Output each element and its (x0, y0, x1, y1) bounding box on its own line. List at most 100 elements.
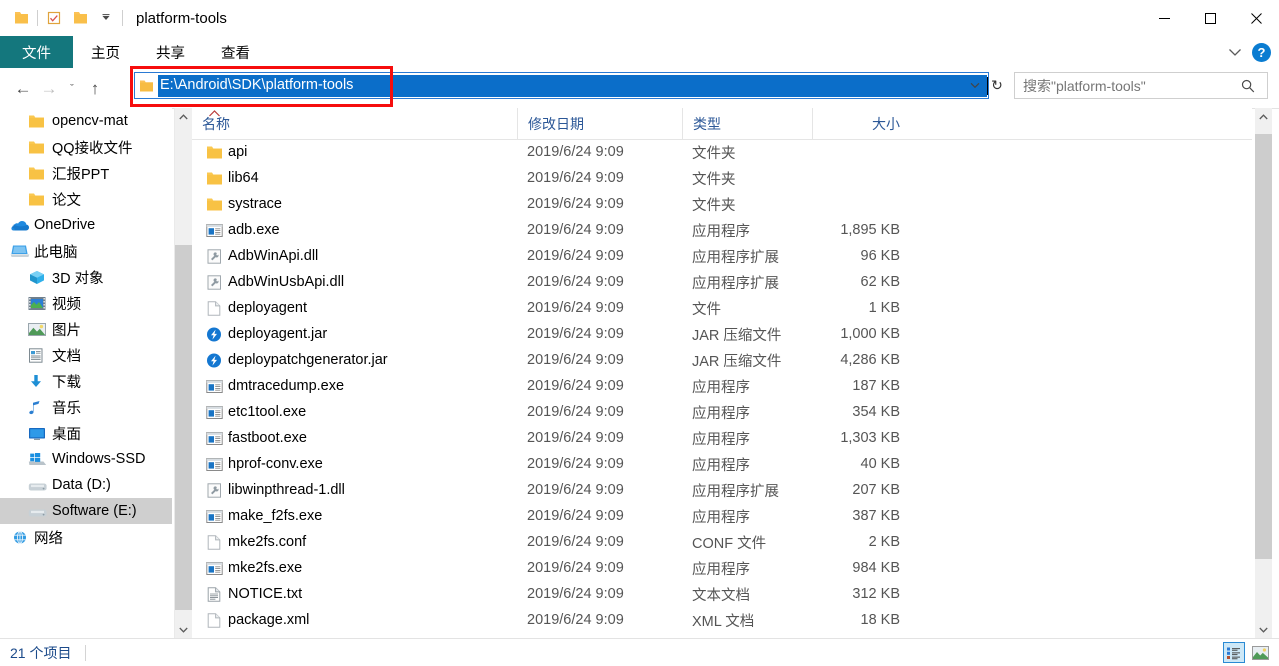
sidebar-item-3[interactable]: 论文 (0, 186, 172, 212)
folder-icon[interactable] (8, 5, 34, 31)
scrollbar-thumb[interactable] (1255, 134, 1272, 559)
file-list-scrollbar[interactable] (1255, 108, 1272, 638)
table-row[interactable]: deploypatchgenerator.jar 2019/6/24 9:09 JA… (192, 347, 1252, 373)
sidebar-item-6[interactable]: 3D 对象 (0, 264, 172, 290)
table-row[interactable]: systrace 2019/6/24 9:09 文件夹 (192, 191, 1252, 217)
table-row[interactable]: hprof-conv.exe 2019/6/24 9:09 应用程序 40 KB (192, 451, 1252, 477)
tab-home[interactable]: 主页 (73, 36, 138, 68)
cell-type: JAR 压缩文件 (692, 327, 782, 344)
cell-name: dmtracedump.exe (192, 378, 517, 394)
details-view-button[interactable] (1223, 642, 1245, 663)
cell-type: 应用程序 (692, 457, 750, 474)
properties-icon[interactable] (41, 5, 67, 31)
table-row[interactable]: AdbWinApi.dll 2019/6/24 9:09 应用程序扩展 96 KB (192, 243, 1252, 269)
cell-date: 2019/6/24 9:09 (527, 274, 624, 290)
cell-size: 1,000 KB (840, 326, 900, 342)
help-button[interactable]: ? (1252, 43, 1271, 62)
close-button[interactable] (1233, 0, 1279, 36)
chevron-down-icon[interactable] (93, 5, 119, 31)
new-folder-icon[interactable] (67, 5, 93, 31)
file-rows: api 2019/6/24 9:09 文件夹 lib64 2019/6/24 9:09 文… (192, 139, 1252, 638)
cell-size: 187 KB (852, 378, 900, 394)
search-icon[interactable] (1241, 79, 1267, 93)
table-row[interactable]: fastboot.exe 2019/6/24 9:09 应用程序 1,303 KB (192, 425, 1252, 451)
table-row[interactable]: NOTICE.txt 2019/6/24 9:09 文本文档 312 KB (192, 581, 1252, 607)
large-icons-view-button[interactable] (1249, 642, 1271, 663)
scrollbar-thumb[interactable] (175, 245, 192, 610)
search-input[interactable]: 搜索"platform-tools" (1015, 76, 1241, 96)
tab-file[interactable]: 文件 (0, 36, 73, 68)
table-row[interactable]: dmtracedump.exe 2019/6/24 9:09 应用程序 187 KB (192, 373, 1252, 399)
file-name-label: libwinpthread-1.dll (228, 482, 345, 498)
address-bar[interactable]: E:\Android\SDK\platform-tools (134, 72, 989, 99)
tab-view[interactable]: 查看 (203, 36, 268, 68)
search-box[interactable]: 搜索"platform-tools" (1014, 72, 1268, 99)
navigation-pane-scrollbar[interactable] (174, 108, 192, 638)
sidebar-item-10[interactable]: 下载 (0, 368, 172, 394)
sidebar-item-label: 视频 (52, 296, 81, 313)
address-input[interactable]: E:\Android\SDK\platform-tools (158, 74, 987, 97)
folder-icon (202, 171, 226, 186)
divider (37, 10, 38, 26)
tab-share[interactable]: 共享 (138, 36, 203, 68)
file-list-pane: 名称 修改日期 类型 大小 api 2019/6/24 9:09 文件夹 lib64 2… (192, 108, 1252, 638)
column-header-name[interactable]: 名称 (192, 108, 517, 139)
table-row[interactable]: make_f2fs.exe 2019/6/24 9:09 应用程序 387 KB (192, 503, 1252, 529)
recent-locations-button[interactable]: ˇ (62, 76, 82, 102)
title-bar: platform-tools (0, 0, 1279, 36)
table-row[interactable]: mke2fs.exe 2019/6/24 9:09 应用程序 984 KB (192, 555, 1252, 581)
file-name-label: mke2fs.exe (228, 560, 303, 576)
windows-drive-icon (28, 452, 50, 467)
sidebar-item-11[interactable]: 音乐 (0, 394, 172, 420)
cell-size: 2 KB (868, 534, 900, 550)
cell-name: deploypatchgenerator.jar (192, 352, 517, 368)
scroll-down-icon[interactable] (1255, 621, 1272, 638)
file-name-label: etc1tool.exe (228, 404, 307, 420)
table-row[interactable]: adb.exe 2019/6/24 9:09 应用程序 1,895 KB (192, 217, 1252, 243)
address-dropdown-button[interactable] (962, 73, 988, 98)
folder-icon (28, 140, 50, 155)
chevron-down-icon[interactable] (1228, 48, 1242, 57)
scroll-up-icon[interactable] (175, 108, 192, 125)
cell-type: 应用程序扩展 (692, 483, 779, 500)
sidebar-item-16[interactable]: 网络 (0, 524, 172, 550)
sidebar-item-7[interactable]: 视频 (0, 290, 172, 316)
column-header-date[interactable]: 修改日期 (517, 108, 682, 139)
table-row[interactable]: AdbWinUsbApi.dll 2019/6/24 9:09 应用程序扩展 62 K… (192, 269, 1252, 295)
file-name-label: lib64 (228, 170, 259, 186)
cell-type: 应用程序 (692, 509, 750, 526)
table-row[interactable]: lib64 2019/6/24 9:09 文件夹 (192, 165, 1252, 191)
sidebar-item-9[interactable]: 文档 (0, 342, 172, 368)
sidebar-item-2[interactable]: 汇报PPT (0, 160, 172, 186)
table-row[interactable]: deployagent 2019/6/24 9:09 文件 1 KB (192, 295, 1252, 321)
table-row[interactable]: deployagent.jar 2019/6/24 9:09 JAR 压缩文件 1,0… (192, 321, 1252, 347)
up-button[interactable]: ↑ (82, 76, 108, 102)
sidebar-item-14[interactable]: Data (D:) (0, 472, 172, 498)
minimize-button[interactable] (1141, 0, 1187, 36)
sidebar-item-5[interactable]: 此电脑 (0, 238, 172, 264)
column-header-type[interactable]: 类型 (682, 108, 812, 139)
sidebar-item-13[interactable]: Windows-SSD (0, 446, 172, 472)
maximize-button[interactable] (1187, 0, 1233, 36)
table-row[interactable]: etc1tool.exe 2019/6/24 9:09 应用程序 354 KB (192, 399, 1252, 425)
documents-icon (28, 347, 50, 363)
table-row[interactable]: mke2fs.conf 2019/6/24 9:09 CONF 文件 2 KB (192, 529, 1252, 555)
table-row[interactable]: package.xml 2019/6/24 9:09 XML 文档 18 KB (192, 607, 1252, 633)
table-row[interactable]: api 2019/6/24 9:09 文件夹 (192, 139, 1252, 165)
scroll-down-icon[interactable] (175, 621, 192, 638)
forward-button[interactable]: → (36, 76, 62, 102)
column-header-size[interactable]: 大小 (812, 108, 912, 139)
sidebar-item-8[interactable]: 图片 (0, 316, 172, 342)
back-button[interactable]: ← (10, 76, 36, 102)
generic-file-icon (202, 300, 226, 316)
scroll-up-icon[interactable] (1255, 108, 1272, 125)
refresh-button[interactable]: ↻ (986, 72, 1008, 99)
sidebar-item-1[interactable]: QQ接收文件 (0, 134, 172, 160)
cell-name: deployagent.jar (192, 326, 517, 342)
cell-size: 18 KB (860, 612, 901, 628)
sidebar-item-4[interactable]: OneDrive (0, 212, 172, 238)
table-row[interactable]: libwinpthread-1.dll 2019/6/24 9:09 应用程序扩展 2… (192, 477, 1252, 503)
sidebar-item-12[interactable]: 桌面 (0, 420, 172, 446)
sidebar-item-15[interactable]: Software (E:) (0, 498, 172, 524)
sidebar-item-0[interactable]: opencv-mat (0, 108, 172, 134)
